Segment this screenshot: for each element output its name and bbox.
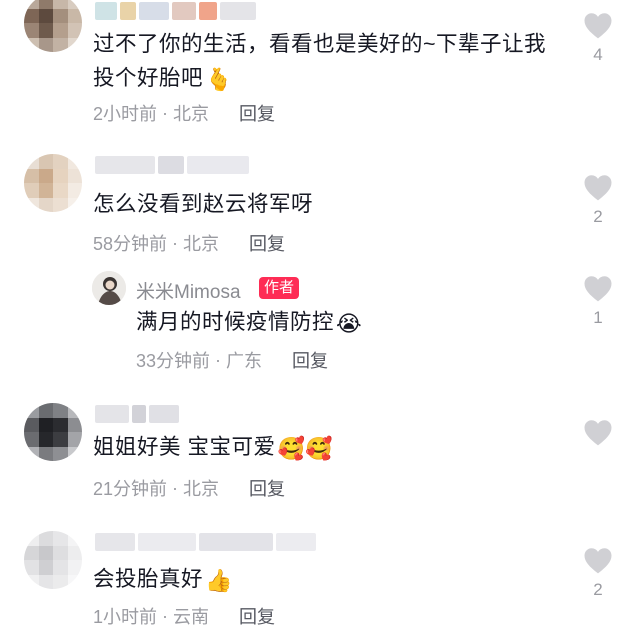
like-button[interactable]: 4 bbox=[578, 12, 618, 65]
heart-icon bbox=[584, 548, 612, 574]
comment-location: 北京 bbox=[183, 234, 220, 254]
finger-heart-icon: 🫰 bbox=[205, 67, 233, 92]
author-username[interactable]: 米米Mimosa bbox=[136, 277, 241, 304]
comment-time: 21分钟前 bbox=[93, 479, 168, 499]
author-avatar-image bbox=[92, 271, 126, 305]
comment-item: 姐姐好美 宝宝可爱🥰🥰 21分钟前 · 北京 回复 bbox=[0, 385, 635, 515]
comment-text: 过不了你的生活，看看也是美好的~下辈子让我投个好胎吧🫰 bbox=[93, 27, 563, 95]
comment-text: 会投胎真好👍 bbox=[93, 562, 563, 596]
avatar[interactable] bbox=[92, 271, 126, 305]
reply-button[interactable]: 回复 bbox=[239, 603, 275, 629]
reply-button[interactable]: 回复 bbox=[249, 230, 285, 256]
reply-button[interactable]: 回复 bbox=[249, 475, 285, 501]
meta-separator: · bbox=[157, 102, 174, 123]
comment-item: 怎么没看到赵云将军呀 58分钟前 · 北京 回复 2 bbox=[0, 140, 635, 255]
heart-icon bbox=[584, 175, 612, 201]
username-blurred[interactable] bbox=[95, 156, 249, 174]
heart-icon bbox=[584, 13, 612, 39]
comment-text: 姐姐好美 宝宝可爱🥰🥰 bbox=[93, 430, 563, 464]
avatar[interactable] bbox=[24, 403, 82, 461]
meta-separator: · bbox=[210, 349, 227, 370]
heart-eyes-face-icon: 🥰🥰 bbox=[277, 436, 334, 461]
comment-meta: 1小时前 · 云南 回复 bbox=[93, 603, 275, 629]
heart-icon bbox=[584, 420, 612, 446]
comment-text: 满月的时候疫情防控😭 bbox=[136, 305, 556, 339]
avatar[interactable] bbox=[24, 154, 82, 212]
reply-item: 米米Mimosa 作者 满月的时候疫情防控😭 33分钟前 · 广东 回复 1 bbox=[0, 255, 635, 385]
comment-meta: 58分钟前 · 北京 回复 bbox=[93, 230, 285, 256]
comment-meta: 33分钟前 · 广东 回复 bbox=[136, 347, 328, 373]
author-badge: 作者 bbox=[259, 277, 300, 299]
like-button[interactable]: 2 bbox=[578, 174, 618, 227]
meta-separator: · bbox=[167, 232, 184, 253]
comment-time: 58分钟前 bbox=[93, 234, 168, 254]
comment-time: 2小时前 bbox=[93, 104, 158, 124]
comment-text-content: 过不了你的生活，看看也是美好的~下辈子让我投个好胎吧 bbox=[93, 32, 547, 90]
like-count: 2 bbox=[593, 580, 603, 599]
username-blurred[interactable] bbox=[95, 2, 256, 20]
meta-separator: · bbox=[167, 477, 184, 498]
like-button[interactable]: 1 bbox=[578, 275, 618, 328]
comment-text-content: 满月的时候疫情防控 bbox=[136, 310, 335, 334]
comment-text: 怎么没看到赵云将军呀 bbox=[93, 187, 563, 221]
comment-item: 过不了你的生活，看看也是美好的~下辈子让我投个好胎吧🫰 2小时前 · 北京 回复… bbox=[0, 0, 635, 140]
like-button[interactable] bbox=[578, 419, 618, 472]
comment-location: 云南 bbox=[173, 607, 210, 627]
comment-item: 会投胎真好👍 1小时前 · 云南 回复 2 bbox=[0, 515, 635, 640]
comment-text-content: 姐姐好美 宝宝可爱 bbox=[93, 435, 276, 459]
username-blurred[interactable] bbox=[95, 533, 316, 551]
comment-location: 北京 bbox=[173, 104, 210, 124]
username-blurred[interactable] bbox=[95, 405, 179, 423]
comment-meta: 2小时前 · 北京 回复 bbox=[93, 100, 275, 126]
comment-time: 33分钟前 bbox=[136, 351, 211, 371]
meta-separator: · bbox=[157, 605, 174, 626]
like-count: 4 bbox=[593, 45, 603, 64]
heart-icon bbox=[584, 276, 612, 302]
crying-face-icon: 😭 bbox=[336, 311, 363, 336]
reply-button[interactable]: 回复 bbox=[292, 347, 328, 373]
like-button[interactable]: 2 bbox=[578, 547, 618, 600]
comment-time: 1小时前 bbox=[93, 607, 158, 627]
reply-button[interactable]: 回复 bbox=[239, 100, 275, 126]
like-count: 2 bbox=[593, 207, 603, 226]
avatar[interactable] bbox=[24, 531, 82, 589]
comment-location: 北京 bbox=[183, 479, 220, 499]
thumbs-up-icon: 👍 bbox=[205, 568, 233, 593]
comment-text-content: 怎么没看到赵云将军呀 bbox=[93, 192, 314, 216]
comment-text-content: 会投胎真好 bbox=[93, 567, 204, 591]
comment-location: 广东 bbox=[226, 351, 263, 371]
avatar[interactable] bbox=[24, 0, 82, 52]
comment-meta: 21分钟前 · 北京 回复 bbox=[93, 475, 285, 501]
like-count: 1 bbox=[593, 308, 603, 327]
